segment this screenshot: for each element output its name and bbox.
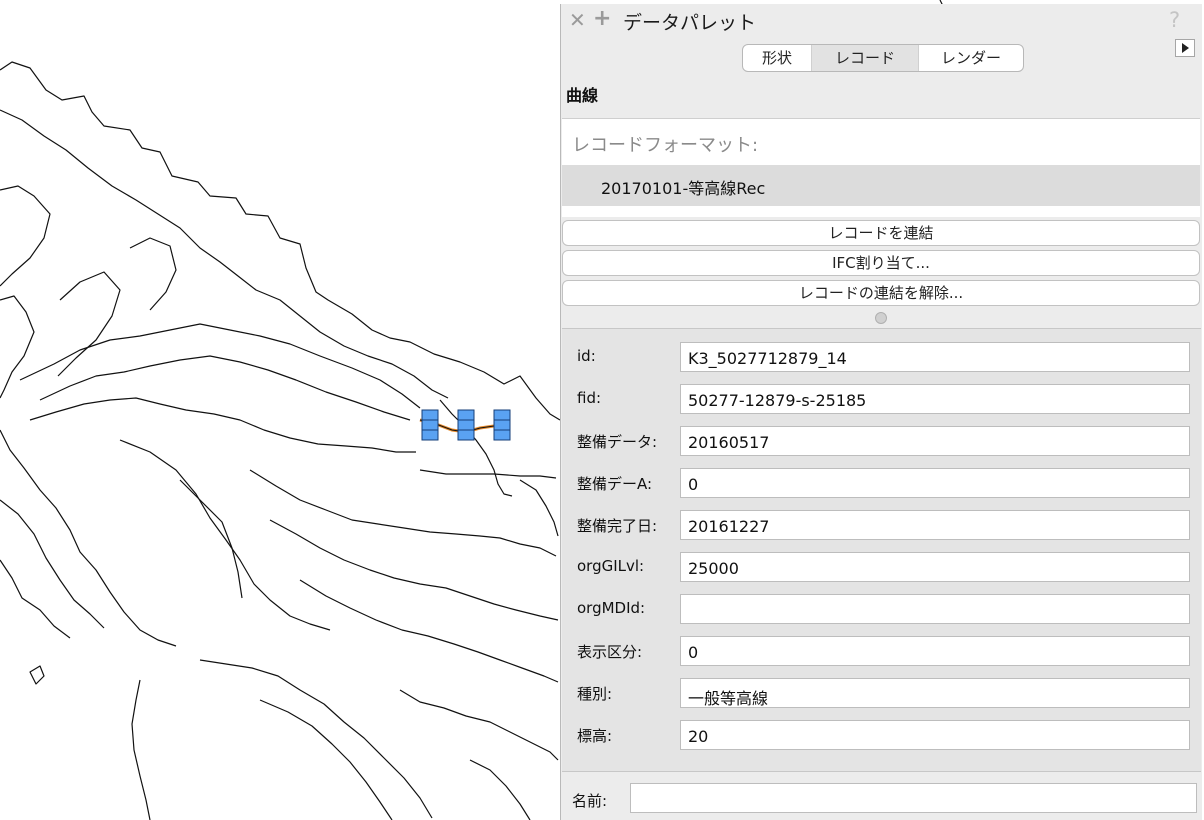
shape-type: 曲線 (566, 86, 599, 105)
record-format-label: レコードフォーマット: (572, 135, 759, 156)
palette-menu-button[interactable] (1175, 39, 1195, 57)
help-icon[interactable]: ? (1169, 8, 1180, 32)
tab-bar: 形状 レコード レンダー (742, 44, 1024, 72)
field-input-maintenance-data[interactable]: 20160517 (680, 426, 1190, 456)
field-label: 整備デーA: (577, 475, 653, 493)
splitter-handle[interactable] (875, 312, 887, 324)
field-input-completion-date[interactable]: 20161227 (680, 510, 1190, 540)
contour-line (419, 469, 557, 479)
field-label: 整備データ: (577, 433, 658, 451)
field-label: 整備完了日: (577, 517, 658, 535)
ifc-assign-button[interactable]: IFC割り当て... (562, 250, 1200, 276)
field-input-type[interactable]: 一般等高線 (680, 678, 1190, 708)
contour-line (0, 499, 105, 629)
contour-line (179, 479, 243, 599)
selection-handle[interactable] (457, 409, 475, 441)
contour-line (0, 185, 51, 287)
contour-line (57, 271, 121, 377)
name-input[interactable] (630, 783, 1197, 813)
close-icon[interactable]: ✕ (569, 10, 586, 30)
field-label: 種別: (577, 685, 613, 703)
field-label: 標高: (577, 727, 613, 745)
contour-line (131, 679, 151, 820)
field-label: orgMDId: (577, 599, 646, 617)
field-input-fid[interactable]: 50277-12879-s-25185 (680, 384, 1190, 414)
contour-line (269, 519, 559, 621)
tab-shape[interactable]: 形状 (743, 45, 811, 71)
triangle-right-icon (1182, 43, 1189, 53)
field-label: id: (577, 347, 596, 365)
contour-line (0, 559, 71, 639)
contour-line (0, 109, 449, 399)
record-format-item-label: 20170101-等高線Rec (601, 179, 766, 198)
field-input-elevation[interactable]: 20 (680, 720, 1190, 750)
field-input-display-class[interactable]: 0 (680, 636, 1190, 666)
contour-line (19, 323, 421, 409)
contour-line (0, 295, 35, 399)
palette-titlebar[interactable]: ✕ + データパレット ? (561, 4, 1203, 38)
attach-record-button[interactable]: レコードを連結 (562, 220, 1200, 246)
detach-record-button[interactable]: レコードの連結を解除... (562, 280, 1200, 306)
contour-line (29, 665, 45, 685)
record-format-item[interactable]: 20170101-等高線Rec (562, 165, 1200, 206)
name-label: 名前: (572, 792, 608, 810)
field-input-orgmdid[interactable] (680, 594, 1190, 624)
contour-line (299, 579, 559, 683)
contour-line (39, 355, 411, 421)
selection-handle[interactable] (493, 409, 511, 441)
contour-line (0, 429, 177, 647)
tab-render[interactable]: レンダー (918, 45, 1023, 71)
plus-icon[interactable]: + (593, 8, 611, 30)
field-input-orggilvl[interactable]: 25000 (680, 552, 1190, 582)
data-palette: ✕ + データパレット ? 形状 レコード レンダー 曲線 レコードフォーマット… (560, 4, 1202, 820)
contour-line (399, 689, 559, 761)
contour-line (469, 759, 531, 820)
field-label: orgGILvl: (577, 557, 645, 575)
record-fields: id: K3_5027712879_14 fid: 50277-12879-s-… (562, 328, 1201, 772)
contour-line (199, 659, 433, 819)
contour-line (519, 479, 559, 537)
contour-line (249, 469, 557, 557)
contour-line (29, 397, 416, 453)
contour-line (129, 237, 177, 311)
palette-title: データパレット (623, 12, 757, 34)
field-input-maintenance-a[interactable]: 0 (680, 468, 1190, 498)
selection-handle[interactable] (421, 409, 439, 441)
contour-line (259, 699, 393, 820)
contour-line (0, 61, 561, 421)
record-format-list: レコードフォーマット: 20170101-等高線Rec (562, 118, 1200, 217)
tab-record[interactable]: レコード (811, 45, 918, 71)
field-input-id[interactable]: K3_5027712879_14 (680, 342, 1190, 372)
field-label: fid: (577, 389, 602, 407)
field-label: 表示区分: (577, 643, 643, 661)
